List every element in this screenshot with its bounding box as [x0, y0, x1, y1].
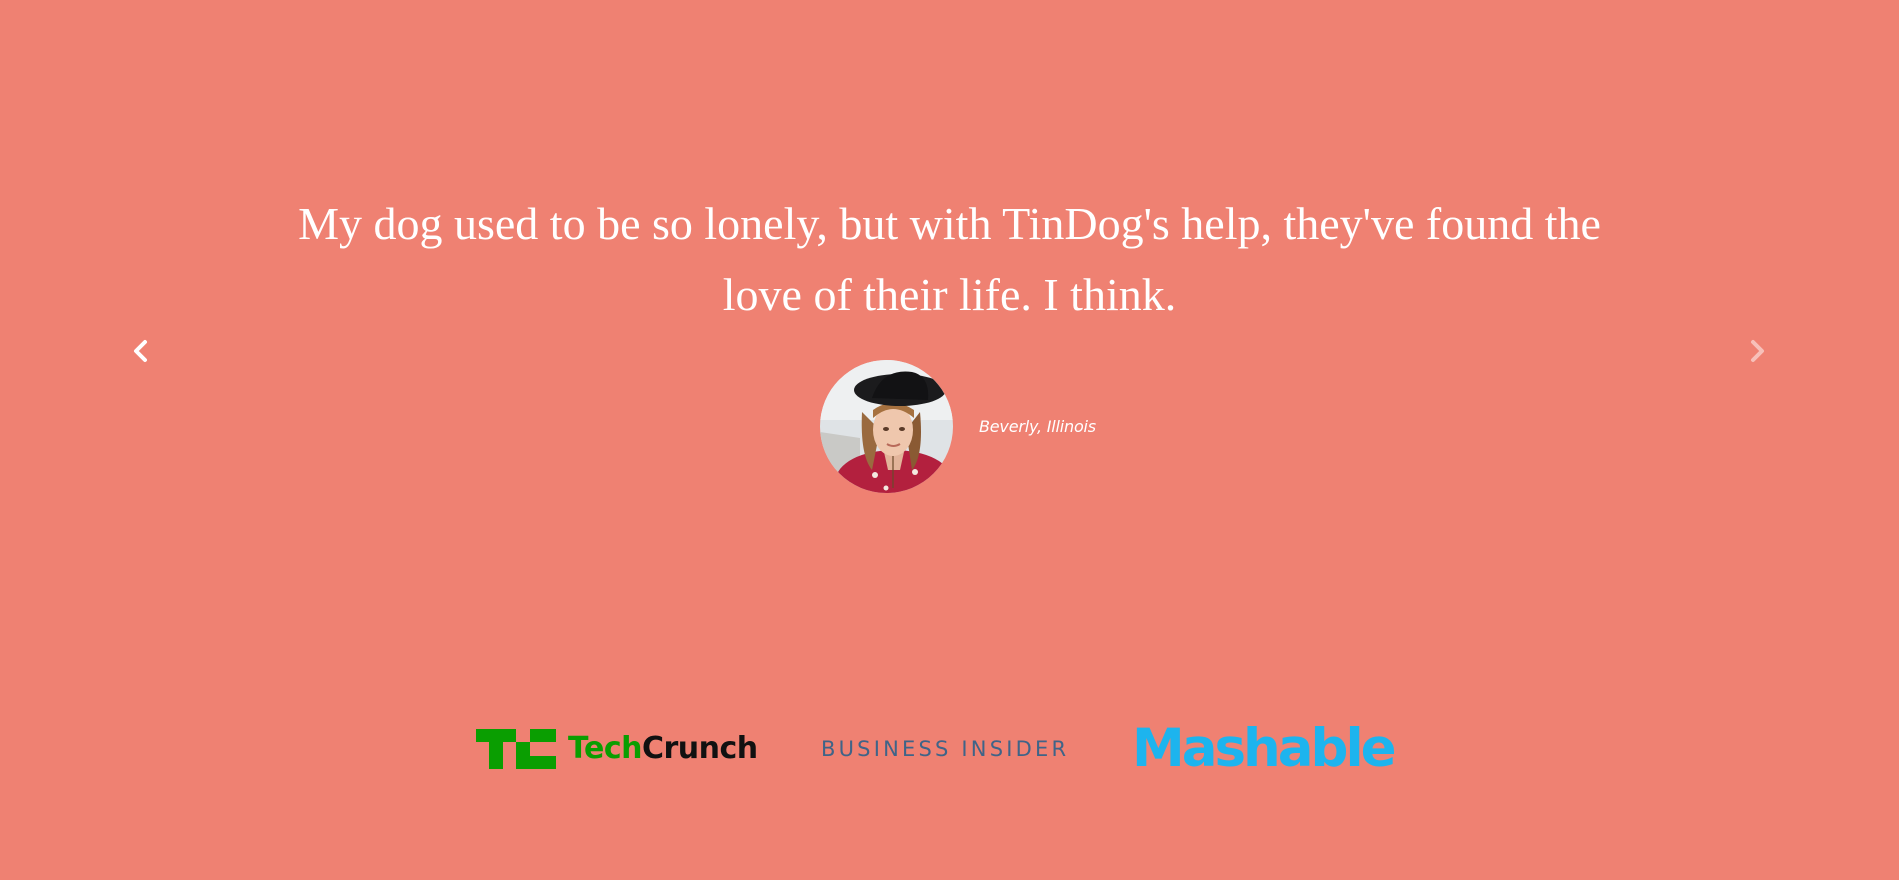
mashable-logo: Mashable [1132, 718, 1397, 779]
author-avatar [820, 360, 953, 493]
author-name: Beverly, Illinois [979, 417, 1096, 436]
chevron-left-icon [134, 340, 147, 362]
chevron-right-icon [1751, 340, 1764, 362]
techcrunch-logo-tech: Tech [568, 731, 642, 766]
carousel-prev-button[interactable] [126, 336, 156, 366]
business-insider-wordmark: BUSINESS INSIDER [821, 737, 1070, 761]
press-section: TechCrunch BUSINESS INSIDER Mashable [0, 700, 1899, 796]
testimonial-author: Beverly, Illinois [820, 360, 1096, 493]
techcrunch-logo-crunch: Crunch [641, 731, 758, 766]
mashable-wordmark: Mashable [1132, 718, 1397, 779]
woman-portrait-avatar-icon [820, 360, 953, 493]
testimonial-quote: My dog used to be so lonely, but with Ti… [298, 198, 1601, 320]
carousel-next-button[interactable] [1742, 336, 1772, 366]
testimonials-section: My dog used to be so lonely, but with Ti… [0, 0, 1899, 640]
business-insider-logo: BUSINESS INSIDER [821, 734, 1069, 764]
techcrunch-mark-icon [476, 729, 556, 769]
techcrunch-logo: TechCrunch [476, 728, 758, 770]
